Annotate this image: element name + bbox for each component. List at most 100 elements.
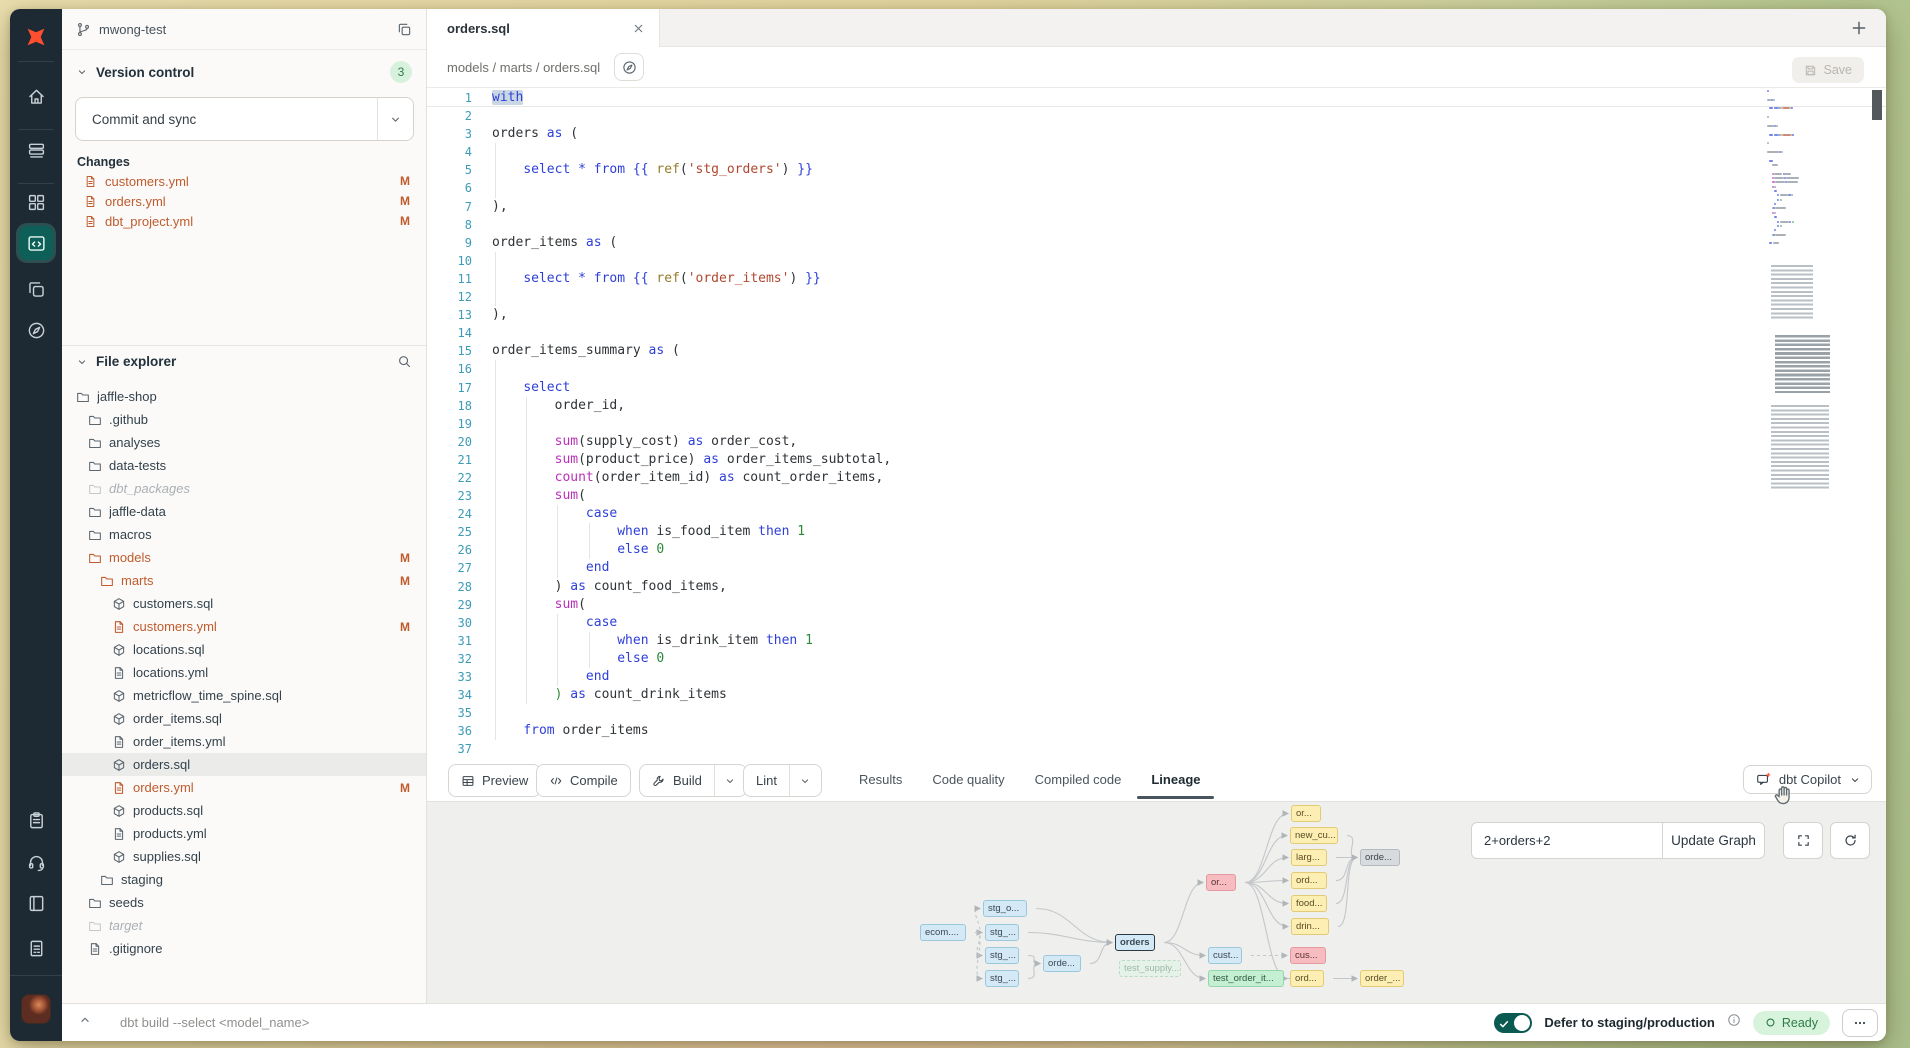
code-line-1[interactable]: 1with [427,89,1886,107]
tree-item-.github[interactable]: .github [62,408,426,431]
lineage-node-food[interactable]: food... [1291,895,1327,912]
version-control-header[interactable]: Version control 3 [76,61,412,83]
code-line-11[interactable]: 11 select * from {{ ref('order_items') }… [427,270,1886,288]
minimap[interactable] [1767,90,1837,650]
code-line-16[interactable]: 16 [427,360,1886,378]
lineage-node-ord[interactable]: ord... [1291,872,1327,889]
tab-results[interactable]: Results [859,756,902,802]
rail-item-home[interactable] [10,79,62,113]
code-line-27[interactable]: 27 end [427,559,1886,577]
open-docs-compass-icon[interactable] [614,53,644,81]
copy-icon[interactable] [397,22,412,37]
rail-item-apps-grid[interactable] [10,185,62,219]
rail-item-projects-copy[interactable] [10,272,62,306]
tree-item-staging[interactable]: staging [62,868,426,891]
rail-item-orchestration-compass[interactable] [10,313,62,347]
code-line-29[interactable]: 29 sum( [427,596,1886,614]
code-line-24[interactable]: 24 case [427,505,1886,523]
save-button[interactable]: Save [1792,57,1865,83]
tab-compiled-code[interactable]: Compiled code [1035,756,1122,802]
tab-lineage[interactable]: Lineage [1151,756,1200,802]
code-editor[interactable]: 1with23orders as (45 select * from {{ re… [427,88,1886,756]
lineage-node-stg_[interactable]: stg_... [985,924,1019,941]
tree-item-jaffle-data[interactable]: jaffle-data [62,500,426,523]
tree-item-customers.yml[interactable]: customers.ymlM [62,615,426,638]
changed-file-dbt_project.yml[interactable]: dbt_project.ymlM [62,211,426,231]
code-line-32[interactable]: 32 else 0 [427,650,1886,668]
lineage-node-test_supply[interactable]: test_supply... [1119,960,1181,977]
code-line-10[interactable]: 10 [427,252,1886,270]
changed-file-orders.yml[interactable]: orders.ymlM [62,191,426,211]
code-line-25[interactable]: 25 when is_food_item then 1 [427,523,1886,541]
lineage-node-or[interactable]: or... [1206,874,1236,891]
lineage-node-ord[interactable]: ord... [1290,970,1324,987]
tree-item-order_items.yml[interactable]: order_items.yml [62,730,426,753]
tree-item-orders.sql[interactable]: orders.sql [62,753,426,776]
code-line-31[interactable]: 31 when is_drink_item then 1 [427,632,1886,650]
tree-item-locations.yml[interactable]: locations.yml [62,661,426,684]
tree-item-jaffle-shop[interactable]: jaffle-shop [62,385,426,408]
lineage-node-stg_[interactable]: stg_... [985,947,1019,964]
code-line-8[interactable]: 8 [427,216,1886,234]
tree-item-orders.yml[interactable]: orders.ymlM [62,776,426,799]
lineage-node-stg_[interactable]: stg_... [985,970,1019,987]
compile-button[interactable]: Compile [536,764,631,797]
lineage-node-orders[interactable]: orders [1115,934,1155,951]
code-line-36[interactable]: 36 from order_items [427,722,1886,740]
tree-item-products.sql[interactable]: products.sql [62,799,426,822]
fullscreen-button[interactable] [1783,822,1823,859]
tab-orders-sql[interactable]: orders.sql [427,9,660,47]
code-line-33[interactable]: 33 end [427,668,1886,686]
code-line-35[interactable]: 35 [427,704,1886,722]
defer-toggle[interactable] [1494,1013,1532,1033]
editor-scrollbar-thumb[interactable] [1872,90,1882,120]
tree-item-customers.sql[interactable]: customers.sql [62,592,426,615]
tree-item-target[interactable]: target [62,914,426,937]
new-tab-plus-icon[interactable] [1850,19,1868,37]
build-button[interactable]: Build [639,764,747,797]
lint-button[interactable]: Lint [743,764,822,797]
rail-item-jobs-stack[interactable] [10,133,62,167]
code-line-14[interactable]: 14 [427,324,1886,342]
refresh-button[interactable] [1830,822,1870,859]
build-dropdown[interactable] [714,765,746,796]
chevron-up-icon[interactable] [78,1013,92,1032]
tree-item-products.yml[interactable]: products.yml [62,822,426,845]
tree-item-analyses[interactable]: analyses [62,431,426,454]
rail-item-dbt-logo[interactable] [10,20,62,54]
code-line-37[interactable]: 37 [427,740,1886,756]
tree-item-locations.sql[interactable]: locations.sql [62,638,426,661]
code-line-20[interactable]: 20 sum(supply_cost) as order_cost, [427,433,1886,451]
tree-item-metricflow_time_spine.sql[interactable]: metricflow_time_spine.sql [62,684,426,707]
lineage-node-ecom[interactable]: ecom.... [920,924,966,941]
tree-item-supplies.sql[interactable]: supplies.sql [62,845,426,868]
code-line-21[interactable]: 21 sum(product_price) as order_items_sub… [427,451,1886,469]
code-line-30[interactable]: 30 case [427,614,1886,632]
lineage-node-new_cu[interactable]: new_cu... [1290,827,1338,844]
code-line-26[interactable]: 26 else 0 [427,541,1886,559]
file-explorer-header[interactable]: File explorer [76,354,412,369]
rail-item-headset-support[interactable] [10,845,62,879]
code-line-28[interactable]: 28 ) as count_food_items, [427,578,1886,596]
avatar[interactable] [21,994,51,1024]
info-icon[interactable] [1727,1013,1741,1032]
commit-and-sync-button[interactable]: Commit and sync [75,97,414,141]
command-input[interactable]: dbt build --select <model_name> [120,1015,1494,1030]
lineage-node-larg[interactable]: larg... [1291,849,1327,866]
preview-button[interactable]: Preview [448,764,541,797]
lineage-node-orde[interactable]: orde... [1360,849,1400,866]
branch-name[interactable]: mwong-test [99,22,389,37]
tree-item-data-tests[interactable]: data-tests [62,454,426,477]
code-line-7[interactable]: 7), [427,198,1886,216]
rail-item-clipboard[interactable] [10,803,62,837]
tab-code-quality[interactable]: Code quality [932,756,1004,802]
tree-item-order_items.sql[interactable]: order_items.sql [62,707,426,730]
code-line-18[interactable]: 18 order_id, [427,397,1886,415]
rail-item-docs-book[interactable] [10,886,62,920]
close-icon[interactable] [632,22,645,35]
lineage-node-drin[interactable]: drin... [1291,918,1329,935]
code-line-12[interactable]: 12 [427,288,1886,306]
tree-item-seeds[interactable]: seeds [62,891,426,914]
lineage-node-or[interactable]: or... [1291,805,1321,822]
code-line-34[interactable]: 34 ) as count_drink_items [427,686,1886,704]
